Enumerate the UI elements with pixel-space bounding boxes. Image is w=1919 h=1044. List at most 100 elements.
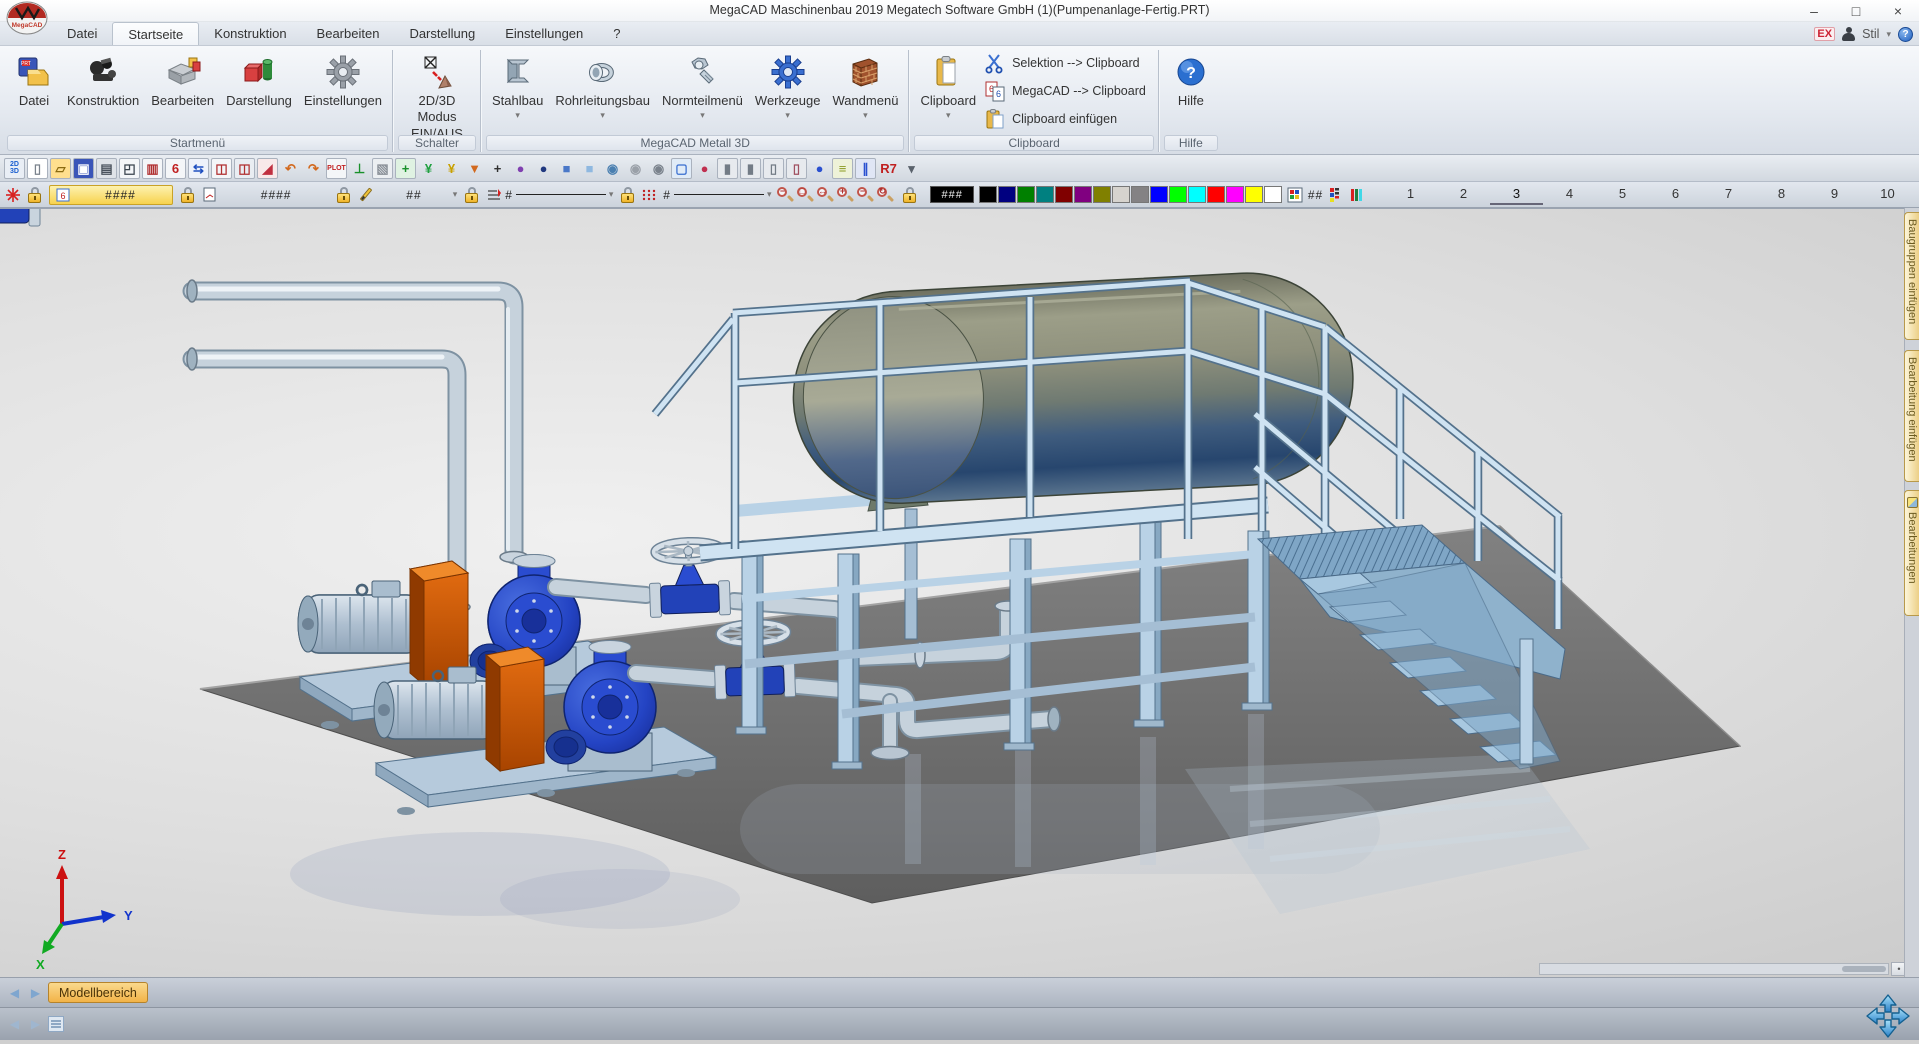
grid-document-icon[interactable]: ◫ (211, 158, 232, 179)
color-swatch-11[interactable] (1188, 186, 1206, 203)
ribbon-clipboard-button[interactable]: Clipboard ▾ (914, 49, 982, 133)
help-icon[interactable]: ? (1898, 27, 1913, 42)
page-tab-8[interactable]: 8 (1755, 184, 1808, 205)
maximize-button[interactable]: □ (1835, 0, 1877, 22)
ribbon-werkzeuge-button[interactable]: Werkzeuge ▾ (749, 49, 827, 133)
document-6-icon[interactable]: 6 (165, 158, 186, 179)
side-tab-bearbeitungen[interactable]: Bearbeitungen (1904, 490, 1919, 616)
tab-next-icon[interactable]: ▶ (27, 984, 44, 1002)
history-next-icon[interactable]: ▶ (27, 1015, 44, 1033)
lock-icon[interactable] (463, 186, 479, 204)
close-button[interactable]: × (1877, 0, 1919, 22)
pen-width-value[interactable]: ## (379, 188, 449, 202)
toggle-2d3d-icon[interactable]: 2D 3D (4, 158, 25, 179)
color-swatch-6[interactable] (1093, 186, 1111, 203)
line-type-selector[interactable]: # ▾ (663, 188, 771, 202)
side-tab-bearbeitung-einf-gen[interactable]: Bearbeitung einfügen (1904, 350, 1919, 482)
letters-icon[interactable]: R7 (878, 158, 899, 179)
list-icon[interactable] (48, 1016, 64, 1032)
ribbon-einstellungen-button[interactable]: Einstellungen (298, 49, 388, 133)
line-style-selector[interactable]: # ▾ (505, 188, 613, 202)
point-style-icon[interactable] (642, 188, 659, 202)
document-settings-icon[interactable]: ▥ (142, 158, 163, 179)
ribbon-wandmenu-button[interactable]: Wandmenü ▾ (826, 49, 904, 133)
horizontal-scrollbar[interactable] (1539, 963, 1889, 975)
undo-icon[interactable]: ↶ (280, 158, 301, 179)
axes-icon[interactable]: ⊥ (349, 158, 370, 179)
minimize-button[interactable]: – (1793, 0, 1835, 22)
zoom-tool-icon-4[interactable]: + (836, 186, 854, 204)
model-space-tab[interactable]: Modellbereich (48, 982, 148, 1003)
hatch-icon[interactable] (486, 187, 501, 203)
monitor-icon[interactable]: ▢ (671, 158, 692, 179)
color-swatch-0[interactable] (979, 186, 997, 203)
page-tab-5[interactable]: 5 (1596, 184, 1649, 205)
viewport-canvas[interactable]: Z Y X (0, 208, 1919, 977)
pan-navigation-icon[interactable] (1865, 993, 1911, 1039)
eraser-icon[interactable]: ◢ (257, 158, 278, 179)
pen-colors-icon[interactable] (1349, 186, 1366, 204)
zoom-tool-icon-2[interactable]: □ (796, 186, 814, 204)
current-color-swatch[interactable]: ### (930, 186, 975, 203)
menu-item-bearbeiten[interactable]: Bearbeiten (302, 22, 395, 45)
ribbon-2d3d-toggle-button[interactable]: 2D/3D Modus EIN/AUS (398, 49, 476, 133)
save-file-icon[interactable]: ▣ (73, 158, 94, 179)
sphere-navy-icon[interactable]: ● (533, 158, 554, 179)
color-swatch-9[interactable] (1150, 186, 1168, 203)
wheel-dark-icon[interactable]: ◉ (648, 158, 669, 179)
pen-icon[interactable] (358, 186, 375, 204)
cylinder-2-icon[interactable]: ▮ (740, 158, 761, 179)
style-selector[interactable]: Stil (1862, 27, 1879, 41)
page-tab-10[interactable]: 10 (1861, 184, 1914, 205)
ribbon-darstellung-button[interactable]: Darstellung (220, 49, 298, 133)
new-file-icon[interactable]: ▯ (27, 158, 48, 179)
user-icon[interactable] (1842, 27, 1855, 41)
color-swatch-1[interactable] (998, 186, 1016, 203)
color-swatch-7[interactable] (1112, 186, 1130, 203)
clipboard-paste-item[interactable]: Clipboard einfügen (982, 105, 1154, 133)
page-tab-9[interactable]: 9 (1808, 184, 1861, 205)
cylinder-4-icon[interactable]: ▯ (786, 158, 807, 179)
parameter-value[interactable]: #### (223, 188, 329, 202)
lock-icon[interactable] (179, 186, 195, 204)
cylinder-3-icon[interactable]: ▯ (763, 158, 784, 179)
menu-item-darstellung[interactable]: Darstellung (394, 22, 490, 45)
swap-documents-icon[interactable]: ⇆ (188, 158, 209, 179)
color-swatch-8[interactable] (1131, 186, 1149, 203)
color-number-value[interactable]: ## (1308, 188, 1323, 202)
print-icon[interactable]: ▤ (96, 158, 117, 179)
megacad-logo-icon[interactable]: MegaCAD (6, 1, 48, 35)
box-add-icon[interactable]: + (395, 158, 416, 179)
page-tab-6[interactable]: 6 (1649, 184, 1702, 205)
cylinder-1-icon[interactable]: ▮ (717, 158, 738, 179)
page-tab-2[interactable]: 2 (1437, 184, 1490, 205)
model-scene[interactable]: Z Y X (0, 209, 1905, 977)
menu-item--[interactable]: ? (598, 22, 635, 45)
selektion-to-clipboard-item[interactable]: Selektion --> Clipboard (982, 49, 1154, 77)
structure-icon[interactable]: ≡ (832, 158, 853, 179)
print-preview-icon[interactable]: ◰ (119, 158, 140, 179)
palette-dialog-icon[interactable] (1286, 186, 1303, 204)
wheel-gray-icon[interactable]: ◉ (625, 158, 646, 179)
cube-blue-icon[interactable]: ■ (556, 158, 577, 179)
menu-item-konstruktion[interactable]: Konstruktion (199, 22, 301, 45)
open-folder-icon[interactable]: ▱ (50, 158, 71, 179)
style-dropdown-icon[interactable]: ▾ (1886, 29, 1891, 40)
menu-item-startseite[interactable]: Startseite (112, 22, 199, 45)
color-swatch-3[interactable] (1036, 186, 1054, 203)
discharge-piping[interactable] (187, 280, 528, 612)
ribbon-datei-button[interactable]: PRT Datei (7, 49, 61, 133)
tab-prev-icon[interactable]: ◀ (6, 984, 23, 1002)
menu-item-einstellungen[interactable]: Einstellungen (490, 22, 598, 45)
sphere-violet-icon[interactable]: ● (510, 158, 531, 179)
probe-green-icon[interactable]: ¥ (418, 158, 439, 179)
zoom-tool-icon-3[interactable]: ↔ (816, 186, 834, 204)
plot-icon[interactable]: PLOT (326, 158, 347, 179)
lock-icon[interactable] (335, 186, 351, 204)
box-3d-icon[interactable]: ▧ (372, 158, 393, 179)
ribbon-konstruktion-button[interactable]: Konstruktion (61, 49, 145, 133)
color-swatch-10[interactable] (1169, 186, 1187, 203)
color-swatch-4[interactable] (1055, 186, 1073, 203)
pen-width-dropdown-icon[interactable]: ▾ (453, 189, 458, 200)
side-tab-baugruppen-einf-gen[interactable]: Baugruppen einfügen (1904, 212, 1919, 340)
